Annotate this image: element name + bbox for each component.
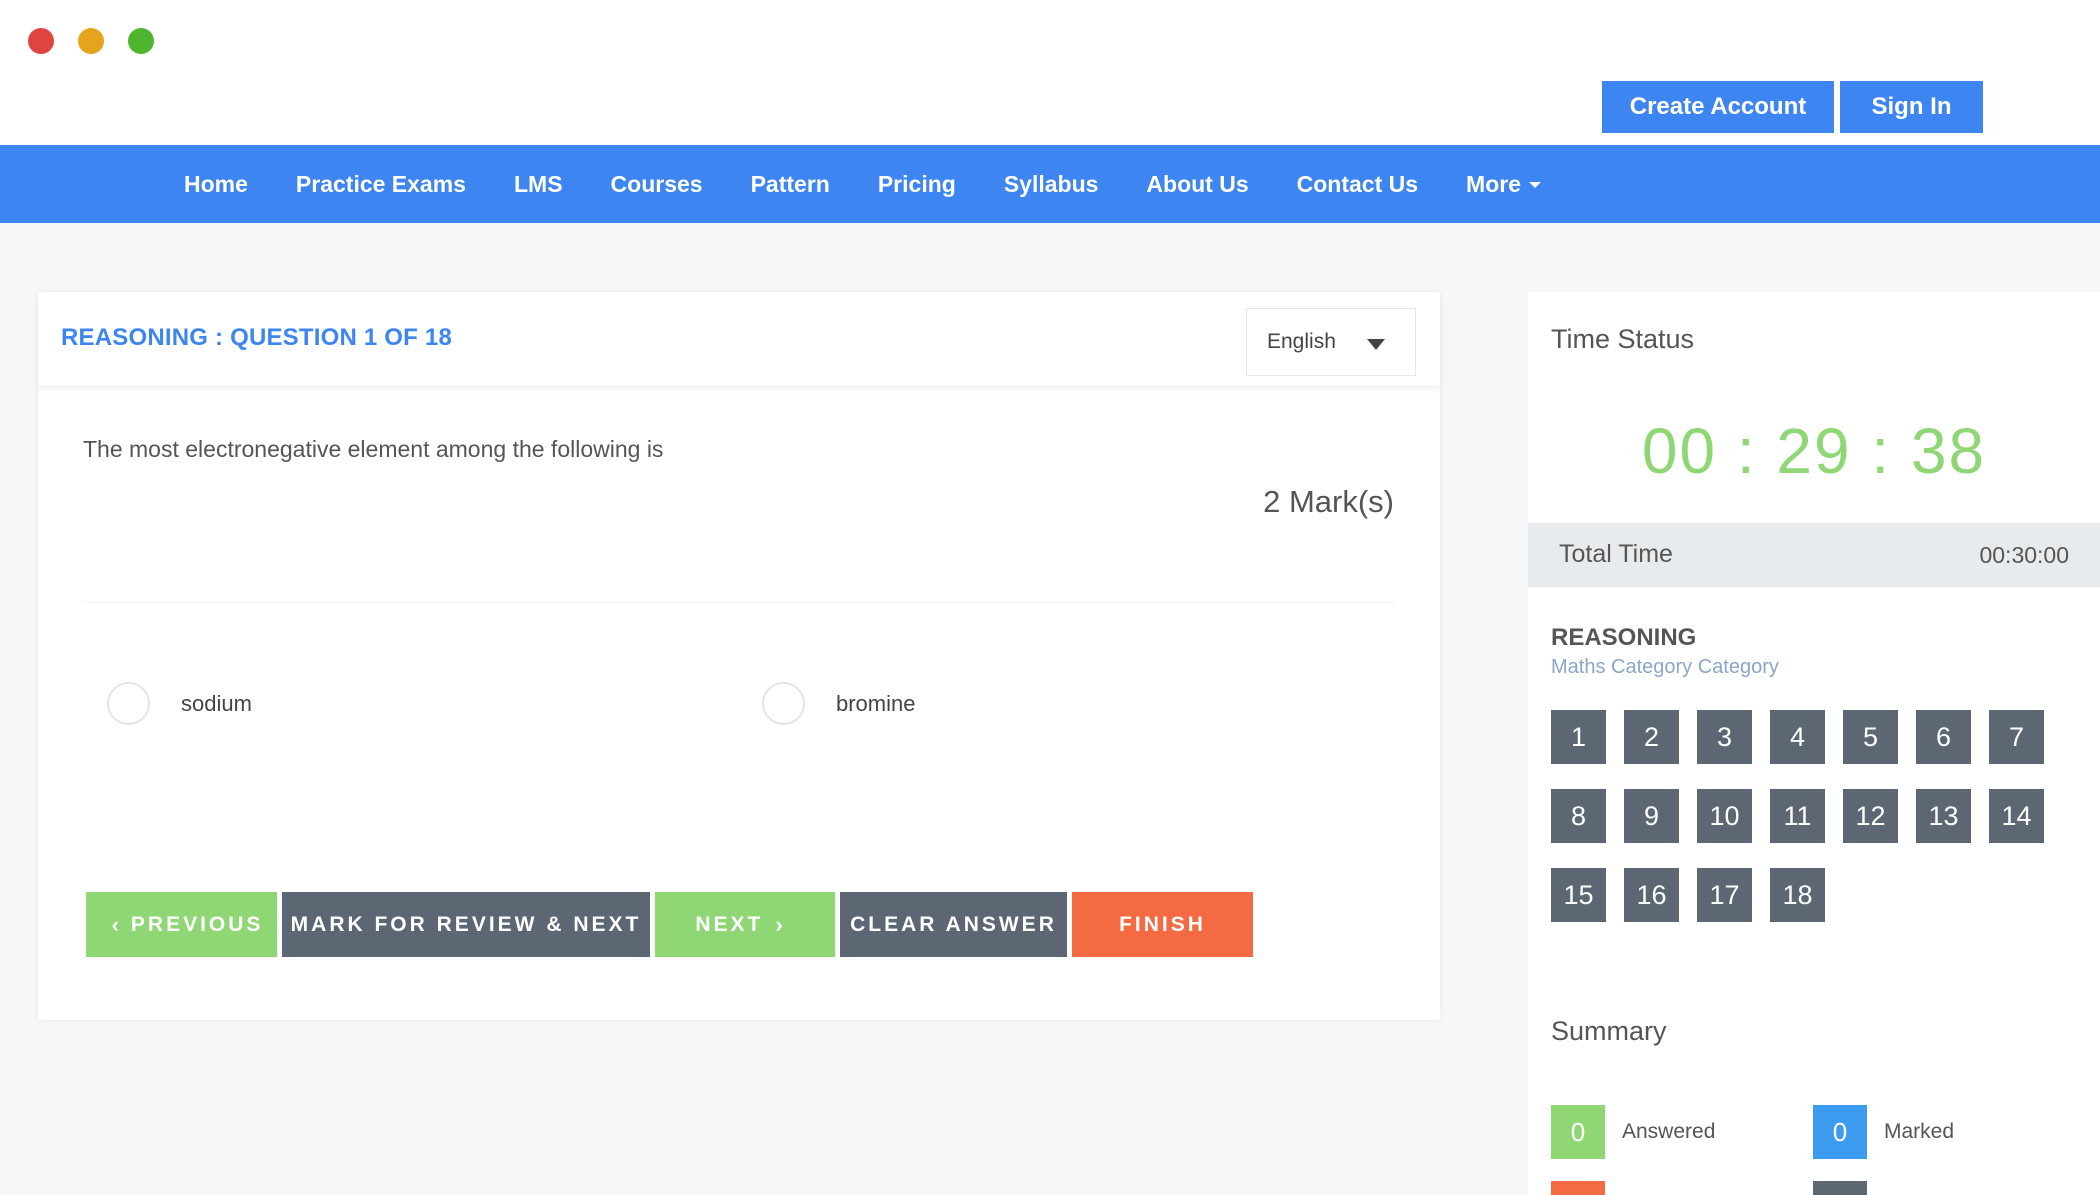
sign-in-button[interactable]: Sign In [1840, 81, 1983, 133]
question-number-button[interactable]: 13 [1916, 789, 1971, 843]
option-label: sodium [181, 690, 252, 716]
total-time-row: Total Time 00:30:00 [1528, 523, 2100, 587]
divider [83, 602, 1395, 603]
question-card: REASONING : QUESTION 1 OF 18 English The… [38, 292, 1440, 1020]
question-palette: 1 2 3 4 5 6 7 8 9 10 11 12 13 14 15 16 1… [1551, 710, 2061, 922]
previous-label: PREVIOUS [130, 912, 264, 936]
auth-buttons: Create Account Sign In [1602, 81, 1983, 133]
nav-about-us[interactable]: About Us [1122, 171, 1272, 198]
question-number-button[interactable]: 9 [1624, 789, 1679, 843]
nav-contact-us[interactable]: Contact Us [1273, 171, 1442, 198]
chevron-right-icon: › [775, 911, 783, 937]
nav-pattern[interactable]: Pattern [727, 171, 854, 198]
question-actions: ‹ PREVIOUS MARK FOR REVIEW & NEXT NEXT › C… [86, 892, 1253, 957]
question-number-button[interactable]: 17 [1697, 868, 1752, 922]
radio-button[interactable] [762, 682, 805, 725]
window-controls [28, 28, 154, 54]
minimize-window-icon[interactable] [78, 28, 104, 54]
summary-answered: 0 Answered [1551, 1105, 1715, 1159]
question-number-button[interactable]: 3 [1697, 710, 1752, 764]
question-number-button[interactable]: 14 [1989, 789, 2044, 843]
option-sodium[interactable]: sodium [107, 682, 252, 725]
nav-more-label: More [1466, 170, 1521, 197]
answered-label: Answered [1622, 1120, 1716, 1143]
nav-lms[interactable]: LMS [490, 171, 587, 198]
close-window-icon[interactable] [28, 28, 54, 54]
status-panel: Time Status 00 : 29 : 38 Total Time 00:3… [1528, 292, 2100, 1195]
summary-title: Summary [1551, 1016, 1667, 1046]
window-topbar: Create Account Sign In [0, 0, 2100, 145]
question-title: REASONING : QUESTION 1 OF 18 [61, 324, 452, 351]
main-nav: Home Practice Exams LMS Courses Pattern … [0, 145, 2100, 223]
section-title: REASONING [1551, 624, 1697, 651]
dropdown-arrow-icon [1367, 339, 1385, 350]
option-label: bromine [836, 690, 916, 716]
nav-syllabus[interactable]: Syllabus [980, 171, 1123, 198]
marked-count: 0 [1813, 1105, 1867, 1159]
clear-answer-button[interactable]: CLEAR ANSWER [840, 892, 1067, 957]
nav-practice-exams[interactable]: Practice Exams [272, 171, 490, 198]
nav-home[interactable]: Home [160, 171, 272, 198]
question-number-button[interactable]: 4 [1770, 710, 1825, 764]
maximize-window-icon[interactable] [128, 28, 154, 54]
question-number-button[interactable]: 16 [1624, 868, 1679, 922]
nav-more[interactable]: More [1442, 171, 1565, 198]
summary-box-partial [1551, 1181, 1605, 1195]
section-subtitle: Maths Category Category [1551, 656, 1779, 678]
question-text: The most electronegative element among t… [83, 436, 664, 462]
nav-courses[interactable]: Courses [587, 171, 727, 198]
question-number-button[interactable]: 15 [1551, 868, 1606, 922]
question-number-button[interactable]: 7 [1989, 710, 2044, 764]
time-status-title: Time Status [1551, 324, 1695, 354]
total-time-value: 00:30:00 [1979, 542, 2069, 568]
question-number-button[interactable]: 10 [1697, 789, 1752, 843]
answered-count: 0 [1551, 1105, 1605, 1159]
question-number-button[interactable]: 18 [1770, 868, 1825, 922]
create-account-button[interactable]: Create Account [1602, 81, 1834, 133]
question-number-button[interactable]: 6 [1916, 710, 1971, 764]
language-select[interactable]: English [1246, 308, 1416, 376]
mark-for-review-button[interactable]: MARK FOR REVIEW & NEXT [282, 892, 650, 957]
caret-down-icon [1529, 182, 1541, 188]
previous-button[interactable]: ‹ PREVIOUS [86, 892, 277, 957]
question-marks: 2 Mark(s) [1263, 484, 1394, 519]
nav-pricing[interactable]: Pricing [854, 171, 980, 198]
summary-marked: 0 Marked [1813, 1105, 1954, 1159]
question-number-button[interactable]: 12 [1843, 789, 1898, 843]
total-time-label: Total Time [1559, 540, 1673, 568]
question-header: REASONING : QUESTION 1 OF 18 English [38, 292, 1440, 387]
finish-button[interactable]: FINISH [1072, 892, 1253, 957]
question-number-button[interactable]: 2 [1624, 710, 1679, 764]
next-button[interactable]: NEXT › [655, 892, 835, 957]
question-number-button[interactable]: 11 [1770, 789, 1825, 843]
chevron-left-icon: ‹ [111, 911, 119, 937]
question-number-button[interactable]: 5 [1843, 710, 1898, 764]
summary-box-partial [1813, 1181, 1867, 1195]
next-label: NEXT [695, 912, 764, 936]
countdown-timer: 00 : 29 : 38 [1641, 415, 1987, 487]
option-bromine[interactable]: bromine [762, 682, 915, 725]
radio-button[interactable] [107, 682, 150, 725]
question-number-button[interactable]: 8 [1551, 789, 1606, 843]
question-number-button[interactable]: 1 [1551, 710, 1606, 764]
marked-label: Marked [1884, 1120, 1955, 1143]
language-value: English [1267, 330, 1336, 353]
